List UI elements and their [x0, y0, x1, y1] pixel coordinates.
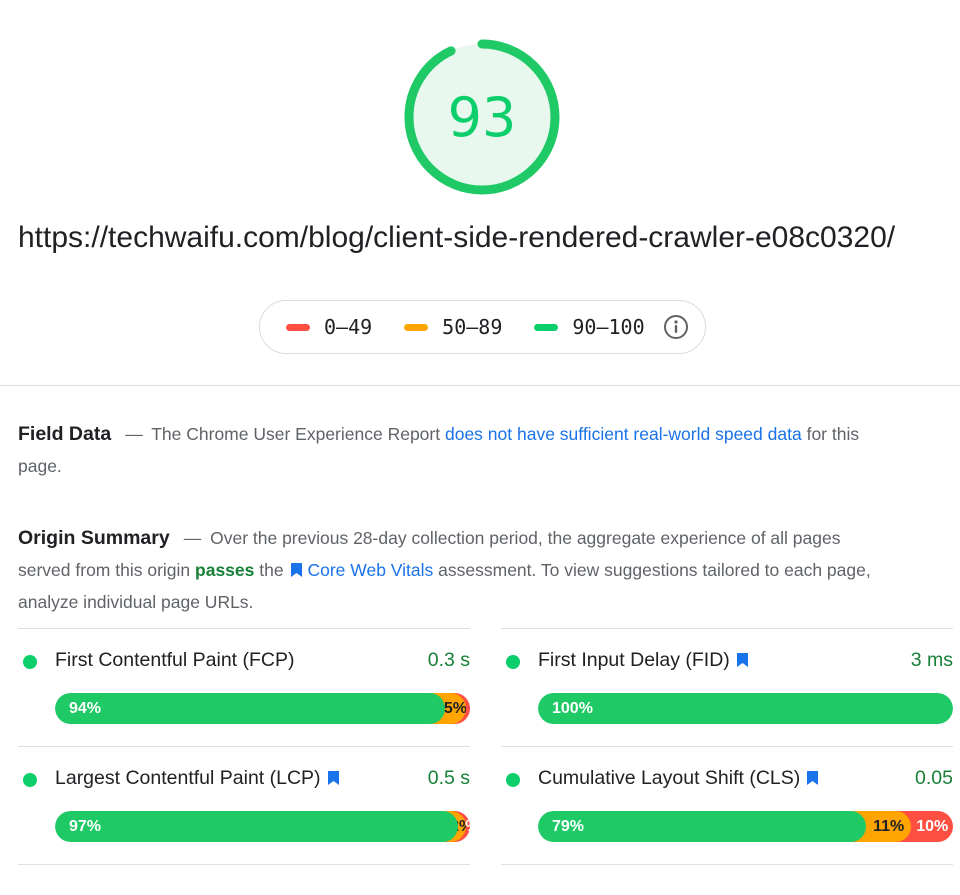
- section-divider: [0, 385, 960, 386]
- metric-fcp: First Contentful Paint (FCP) 0.3 s 94% 5%: [18, 628, 470, 746]
- core-web-vitals-link[interactable]: Core Web Vitals: [307, 560, 433, 580]
- info-icon[interactable]: [663, 314, 689, 340]
- legend-swatch-good: [534, 323, 559, 331]
- performance-score: 93: [447, 85, 517, 149]
- metric-status-dot: [23, 655, 37, 669]
- origin-summary-text-2: the: [259, 560, 284, 580]
- passes-label: passes: [195, 560, 255, 580]
- origin-summary-section: Origin Summary — Over the previous 28-day…: [18, 522, 888, 618]
- metric-value: 0.3 s: [427, 649, 470, 671]
- origin-summary-dash: —: [183, 528, 202, 548]
- distribution-bar: 100%: [538, 693, 953, 724]
- origin-summary-title: Origin Summary: [18, 527, 170, 549]
- legend-item-good: 90–100: [534, 315, 645, 339]
- legend-item-average: 50–89: [404, 315, 502, 339]
- distribution-bar: 79% 11% 10%: [538, 811, 953, 842]
- metric-name-wrap: First Input Delay (FID): [538, 649, 753, 672]
- bookmark-icon: [291, 563, 303, 577]
- metric-name: Cumulative Layout Shift (CLS): [538, 767, 801, 789]
- field-data-section: Field Data — The Chrome User Experience R…: [18, 418, 888, 482]
- metric-value: 0.5 s: [427, 767, 470, 789]
- metric-name-wrap: Cumulative Layout Shift (CLS): [538, 767, 823, 790]
- metric-name: Largest Contentful Paint (LCP): [55, 767, 321, 789]
- page-url: https://techwaifu.com/blog/client-side-r…: [18, 221, 896, 254]
- metric-lcp: Largest Contentful Paint (LCP) 0.5 s 97%…: [18, 746, 470, 864]
- metric-status-dot: [23, 773, 37, 787]
- legend-swatch-poor: [286, 323, 310, 331]
- performance-score-gauge: 93: [403, 38, 561, 196]
- legend-label-average: 50–89: [442, 315, 503, 339]
- distribution-bar: 94% 5%: [55, 693, 470, 724]
- distribution-bar: 97%2%1%: [55, 811, 470, 842]
- bookmark-icon: [327, 771, 339, 785]
- legend-label-good: 90–100: [572, 315, 645, 339]
- metric-name: First Input Delay (FID): [538, 649, 730, 671]
- segment-good: 94%: [55, 693, 446, 724]
- field-data-text: The Chrome User Experience Report: [151, 424, 441, 444]
- metric-fid: First Input Delay (FID) 3 ms 100%: [501, 628, 953, 746]
- field-data-link[interactable]: does not have sufficient real-world spee…: [445, 424, 802, 444]
- metric-value: 0.05: [915, 767, 953, 789]
- legend-swatch-average: [404, 323, 429, 331]
- bookmark-icon: [807, 771, 819, 785]
- legend-item-poor: 0–49: [286, 315, 372, 339]
- field-data-title: Field Data: [18, 423, 112, 445]
- bookmark-icon: [736, 653, 748, 667]
- metrics-bottom-divider: [501, 864, 953, 865]
- metric-status-dot: [506, 655, 520, 669]
- metric-status-dot: [506, 773, 520, 787]
- segment-good: 100%: [538, 693, 953, 724]
- legend-label-poor: 0–49: [324, 315, 373, 339]
- metric-value: 3 ms: [910, 649, 953, 671]
- metrics-bottom-divider: [18, 864, 470, 865]
- field-data-dash: —: [125, 424, 143, 444]
- metric-name: First Contentful Paint (FCP): [55, 649, 295, 671]
- segment-good: 79%: [538, 811, 866, 842]
- segment-good: 97%: [55, 811, 458, 842]
- score-legend: 0–49 50–89 90–100: [259, 300, 706, 354]
- metric-cls: Cumulative Layout Shift (CLS) 0.05 79% 11…: [501, 746, 953, 864]
- metric-name-wrap: Largest Contentful Paint (LCP): [55, 767, 344, 790]
